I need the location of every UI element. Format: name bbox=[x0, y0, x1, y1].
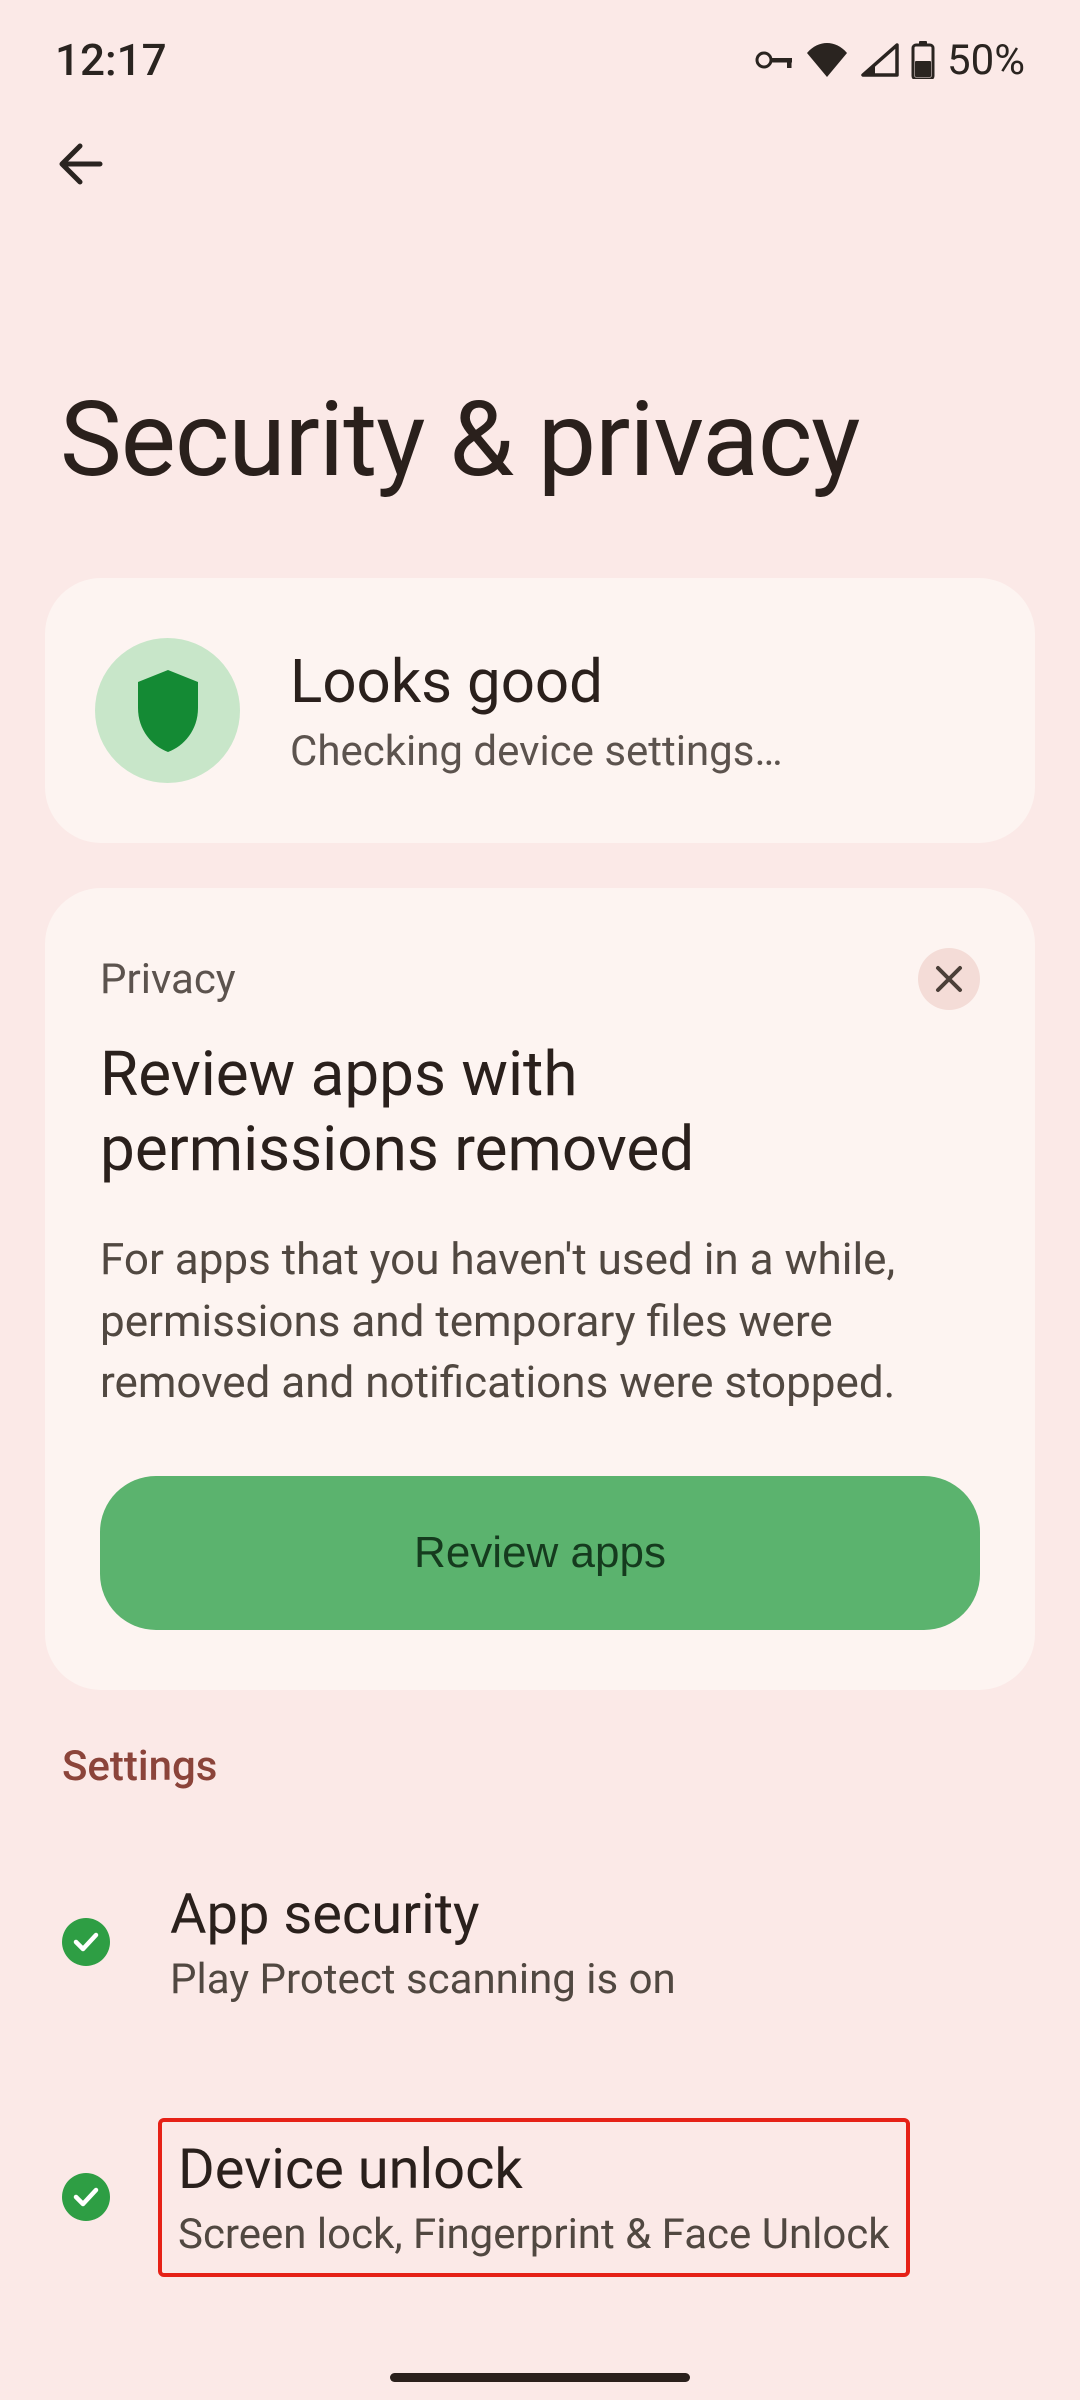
vpn-key-icon bbox=[755, 48, 793, 72]
cellular-signal-icon bbox=[861, 43, 899, 77]
checkmark-icon bbox=[72, 2186, 100, 2208]
shield-icon-circle bbox=[95, 638, 240, 783]
privacy-label: Privacy bbox=[100, 955, 236, 1004]
arrow-back-icon bbox=[54, 138, 106, 190]
review-apps-button[interactable]: Review apps bbox=[100, 1476, 980, 1630]
settings-header: Settings bbox=[62, 1742, 1080, 1791]
settings-section: Settings App security Play Protect scann… bbox=[0, 1710, 1080, 2307]
privacy-alert-card: Privacy Review apps with permissions rem… bbox=[45, 888, 1035, 1690]
settings-item-subtitle: Play Protect scanning is on bbox=[170, 1955, 676, 2004]
settings-item-subtitle: Screen lock, Fingerprint & Face Unlock bbox=[178, 2210, 890, 2259]
shield-icon bbox=[132, 668, 204, 754]
page-title: Security & privacy bbox=[0, 214, 1080, 558]
settings-item-title: Device unlock bbox=[178, 2136, 890, 2202]
privacy-card-header: Privacy bbox=[100, 948, 980, 1010]
close-icon bbox=[934, 964, 964, 994]
back-button[interactable] bbox=[50, 134, 110, 194]
status-text: Looks good Checking device settings… bbox=[290, 646, 783, 776]
privacy-card-description: For apps that you haven't used in a whil… bbox=[100, 1229, 980, 1414]
settings-item-text: Device unlock Screen lock, Fingerprint &… bbox=[178, 2136, 890, 2259]
battery-icon bbox=[911, 41, 935, 79]
highlight-annotation: Device unlock Screen lock, Fingerprint &… bbox=[158, 2118, 910, 2277]
status-time: 12:17 bbox=[55, 34, 167, 86]
navigation-handle[interactable] bbox=[390, 2373, 690, 2382]
check-circle-icon bbox=[62, 2173, 110, 2221]
status-icons: 50% bbox=[755, 36, 1025, 85]
status-subtitle: Checking device settings… bbox=[290, 727, 783, 776]
toolbar bbox=[0, 100, 1080, 214]
check-circle-icon bbox=[62, 1918, 110, 1966]
settings-item-title: App security bbox=[170, 1881, 676, 1947]
settings-item-device-unlock[interactable]: Device unlock Screen lock, Fingerprint &… bbox=[62, 2088, 1080, 2307]
settings-item-app-security[interactable]: App security Play Protect scanning is on bbox=[62, 1851, 1080, 2034]
security-status-card[interactable]: Looks good Checking device settings… bbox=[45, 578, 1035, 843]
checkmark-icon bbox=[72, 1931, 100, 1953]
wifi-icon bbox=[805, 43, 849, 77]
status-bar: 12:17 50% bbox=[0, 0, 1080, 100]
privacy-card-title: Review apps with permissions removed bbox=[100, 1038, 980, 1187]
settings-item-text: App security Play Protect scanning is on bbox=[170, 1881, 676, 2004]
battery-percentage: 50% bbox=[947, 36, 1025, 85]
dismiss-button[interactable] bbox=[918, 948, 980, 1010]
status-title: Looks good bbox=[290, 646, 783, 717]
